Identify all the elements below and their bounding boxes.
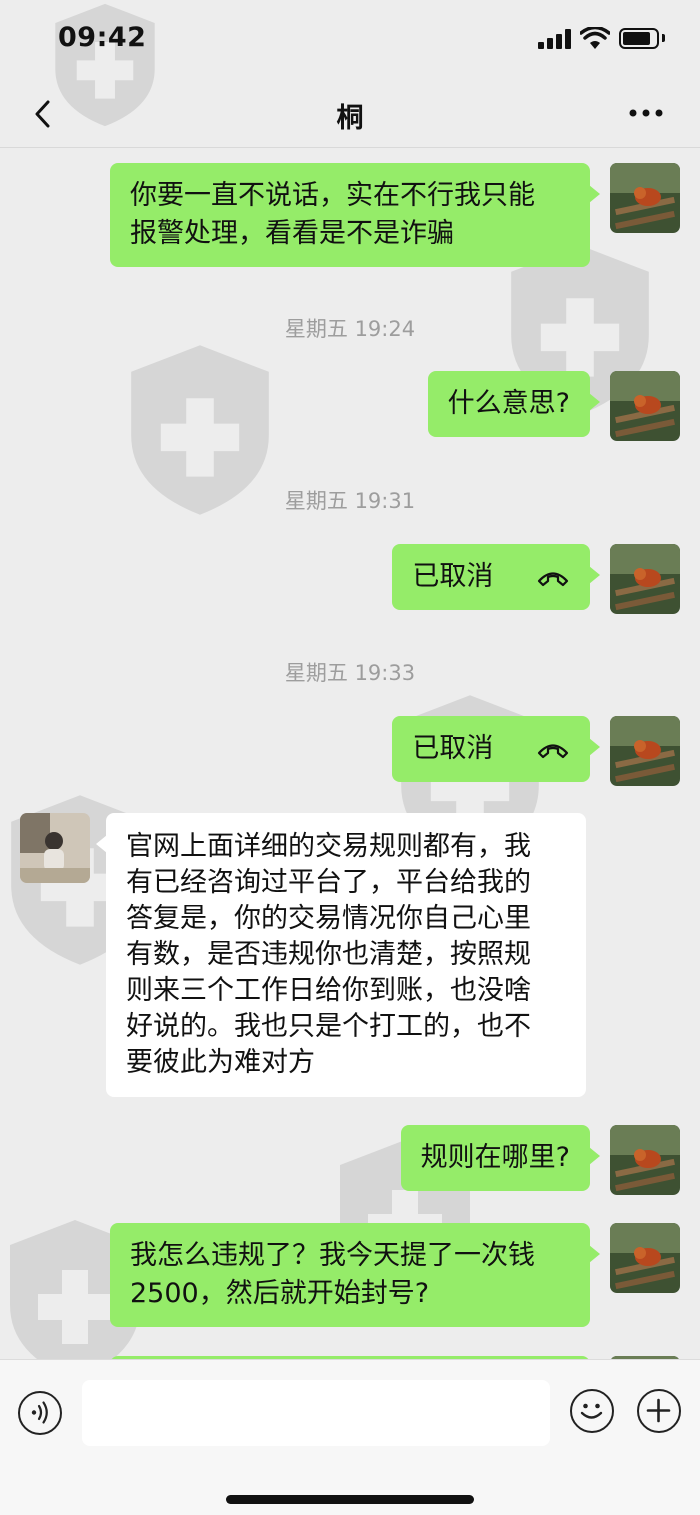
red-panda-avatar-icon (610, 1125, 680, 1195)
phone-hangup-icon (537, 743, 569, 758)
contact-avatar[interactable] (20, 813, 90, 883)
plus-sign-icon (646, 1398, 671, 1423)
message-bubble-outgoing[interactable]: 我怎么违规了？我今天提了一次钱 2500，然后就开始封号? (110, 1223, 600, 1327)
message-text: 则来三个工作日给你到账，也没啥 (126, 975, 531, 1006)
timestamp: 星期五 19:24 (284, 317, 416, 341)
status-bar: 09:42 (0, 0, 700, 80)
message-text: 要彼此为难对方 (126, 1047, 315, 1078)
avatar[interactable] (610, 371, 680, 441)
call-record-bubble[interactable]: 已取消 (392, 544, 600, 610)
message-text: 你要一直不说话，实在不行我只能 (130, 180, 535, 211)
plus-icon[interactable] (637, 1389, 681, 1433)
status-time: 09:42 (58, 22, 147, 53)
avatar[interactable] (610, 1125, 680, 1195)
message-list[interactable]: 你要一直不说话，实在不行我只能 报警处理，看看是不是诈骗 星期五 19:24 什… (0, 149, 700, 1359)
avatar[interactable] (610, 1223, 680, 1293)
avatar[interactable] (610, 544, 680, 614)
message-bubble-incoming[interactable]: 官网上面详细的交易规则都有，我 有已经咨询过平台了，平台给我的 答复是，你的交易… (96, 813, 586, 1097)
avatar[interactable] (610, 163, 680, 233)
message-text: 有数，是否违规你也清楚，按照规 (126, 939, 531, 970)
red-panda-avatar-icon (610, 371, 680, 441)
battery-cap (662, 34, 665, 42)
smiley-face-icon (580, 1403, 603, 1419)
battery-icon (619, 28, 659, 49)
red-panda-avatar-icon (610, 716, 680, 786)
timestamp: 星期五 19:33 (284, 661, 416, 685)
phone-hangup-icon (537, 571, 569, 586)
chat-title: 桐 (336, 103, 364, 134)
message-text: 我怎么违规了？我今天提了一次钱 (130, 1240, 535, 1271)
message-text: 什么意思? (447, 388, 570, 419)
red-panda-avatar-icon (610, 163, 680, 233)
emoji-icon[interactable] (570, 1389, 614, 1433)
voice-icon[interactable] (18, 1391, 62, 1435)
message-text: 官网上面详细的交易规则都有，我 (126, 831, 531, 862)
ellipsis-icon[interactable] (626, 98, 666, 128)
cellular-signal-icon (538, 29, 572, 49)
wifi-icon (580, 27, 610, 49)
message-bubble-outgoing[interactable]: 什么意思? (427, 371, 601, 437)
message-text: 规则在哪里? (420, 1142, 570, 1173)
contact-photo-avatar-icon (20, 813, 90, 883)
message-text: 有已经咨询过平台了，平台给我的 (126, 867, 531, 898)
call-record-bubble[interactable]: 已取消 (392, 716, 600, 782)
input-bar (0, 1359, 700, 1515)
avatar[interactable] (610, 716, 680, 786)
call-status-text: 已取消 (412, 733, 494, 764)
message-text: 2500，然后就开始封号? (130, 1278, 430, 1309)
message-text: 好说的。我也只是个打工的，也不 (126, 1011, 531, 1042)
timestamp: 星期五 19:31 (284, 489, 416, 513)
message-bubble-outgoing[interactable]: 规则在哪里? (400, 1125, 601, 1191)
message-bubble-outgoing[interactable]: 你要一直不说话，实在不行我只能 报警处理，看看是不是诈骗 (110, 163, 600, 267)
red-panda-avatar-icon (610, 1223, 680, 1293)
home-indicator (226, 1495, 474, 1504)
message-text: 答复是，你的交易情况你自己心里 (126, 903, 531, 934)
chat-header: 桐 (0, 80, 700, 148)
battery-fill (623, 32, 650, 45)
voice-wave-icon (31, 1401, 48, 1424)
call-status-text: 已取消 (412, 561, 494, 592)
red-panda-avatar-icon (610, 544, 680, 614)
message-text: 报警处理，看看是不是诈骗 (130, 218, 454, 249)
message-input[interactable] (82, 1380, 550, 1446)
